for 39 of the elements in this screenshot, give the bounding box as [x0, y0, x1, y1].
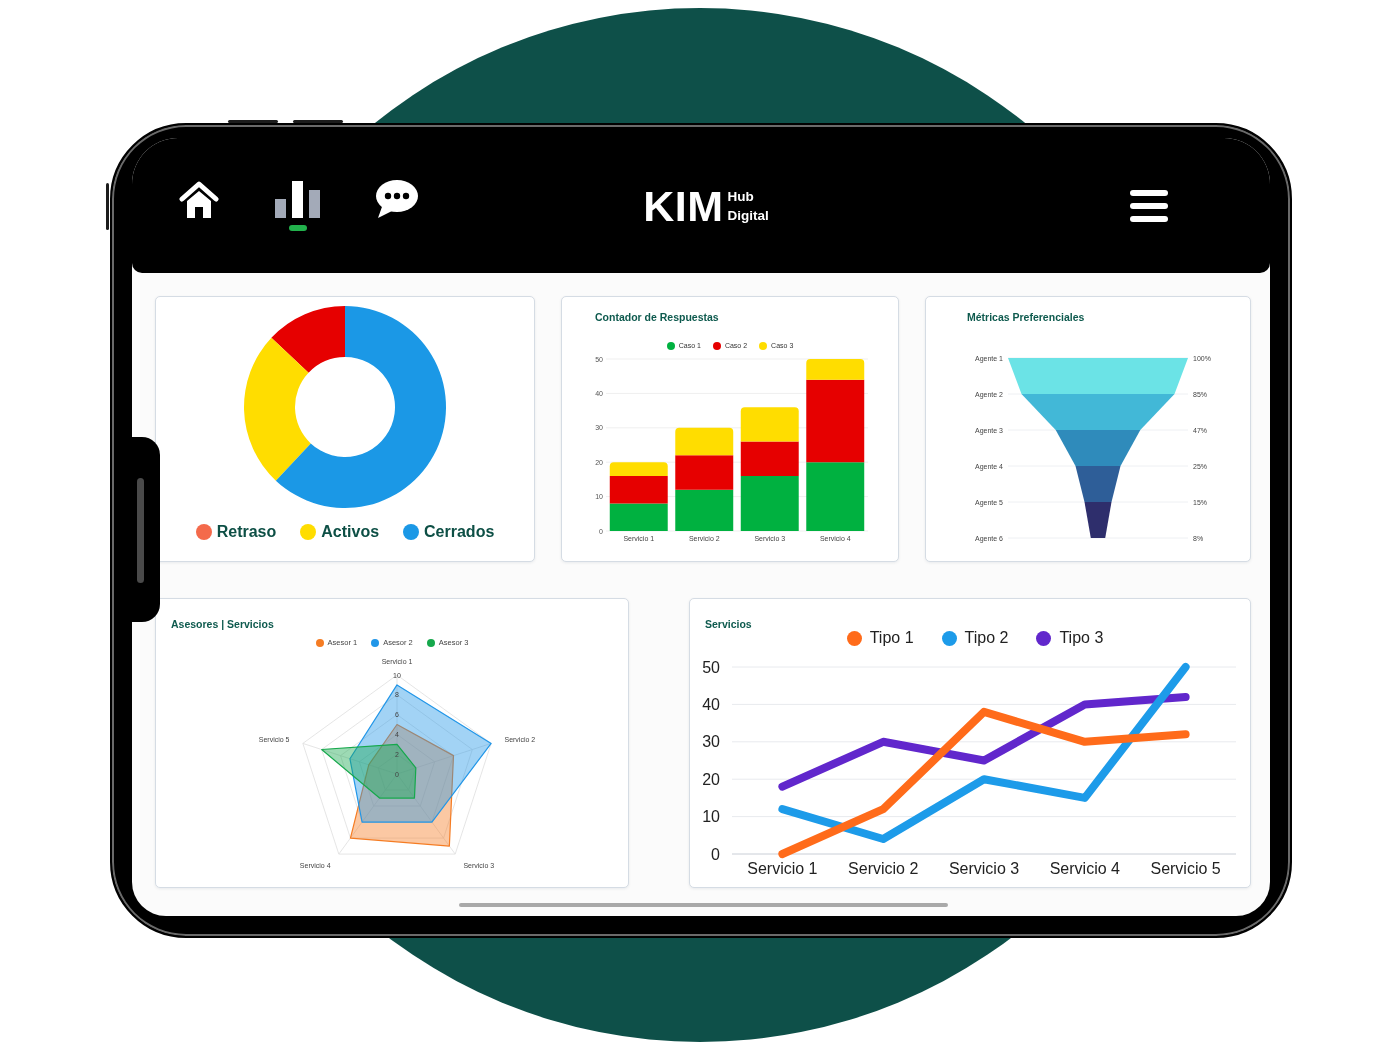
- menu-icon[interactable]: [1130, 189, 1168, 222]
- bar-segment: [675, 489, 734, 531]
- axis-label: Servicio 3: [948, 860, 1020, 877]
- tick-label: 50: [702, 658, 720, 676]
- tick-label: 30: [702, 733, 720, 751]
- bar-segment: [675, 455, 734, 490]
- tick-label: 20: [702, 770, 720, 788]
- home-icon: [179, 180, 219, 218]
- logo-subtext: Digital: [727, 207, 769, 223]
- legend-label: Tipo 3: [1059, 629, 1104, 647]
- card-title: Métricas Preferenciales: [967, 311, 1085, 324]
- legend-label: Cerrados: [424, 523, 495, 541]
- chat-bubble-icon: [376, 180, 418, 218]
- legend-label: Activos: [321, 523, 380, 541]
- bar-segment: [609, 503, 668, 531]
- bar-segment: [806, 462, 865, 531]
- tick-label: 40: [702, 695, 720, 713]
- card-title: Asesores | Servicios: [171, 618, 274, 631]
- axis-label: Servicio 1: [747, 860, 818, 877]
- axis-label: Servicio 4: [1049, 860, 1120, 877]
- legend-label: Retraso: [216, 523, 277, 541]
- side-button[interactable]: [293, 120, 343, 123]
- legend-label: Tipo 1: [869, 629, 914, 647]
- bar-chart-icon: [275, 180, 321, 218]
- legend-label: Tipo 2: [964, 629, 1009, 647]
- logo-text: KIM: [643, 188, 724, 223]
- tick-label: 10: [702, 808, 720, 826]
- logo-subtext: Hub: [727, 188, 755, 204]
- card-title: Contador de Respuestas: [595, 311, 719, 324]
- bar-segment: [675, 427, 734, 456]
- bar-segment: [740, 407, 799, 442]
- tick-label: 0: [711, 845, 720, 863]
- nav-tab[interactable]: [274, 180, 322, 231]
- selection-pill-icon: [289, 225, 307, 231]
- side-button[interactable]: [106, 183, 109, 230]
- axis-label: Servicio 2: [848, 860, 919, 877]
- axis-label: Servicio 5: [1150, 860, 1221, 877]
- card-title: Servicios: [705, 618, 752, 631]
- side-button[interactable]: [228, 120, 278, 123]
